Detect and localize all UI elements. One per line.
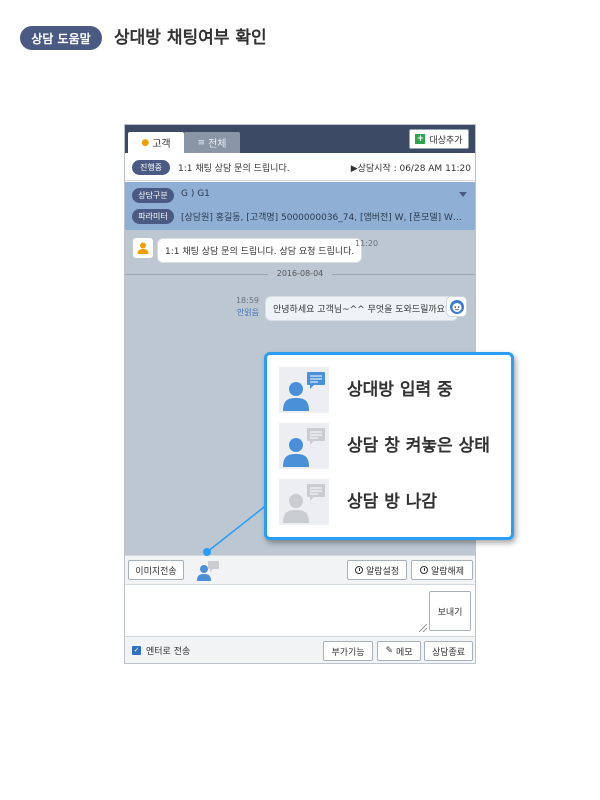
agent-message: 안녕하세요 고객님~^^ 무엇을 도와드릴까요?: [265, 296, 458, 321]
user-open-icon: [279, 423, 329, 469]
plus-icon: +: [415, 134, 426, 144]
status-legend-popup: 상대방 입력 중 상담 창 켜놓은 상태 상담 방 나감: [264, 352, 514, 540]
alarm-set-label: 알람설정: [365, 566, 400, 577]
send-button[interactable]: 보내기: [429, 591, 471, 631]
legend-label: 상대방 입력 중: [347, 380, 453, 400]
category-badge: 상담구분: [132, 188, 174, 203]
end-consult-button[interactable]: 상담종료: [424, 641, 473, 661]
legend-label: 상담 방 나감: [347, 492, 438, 512]
list-icon: ≡: [197, 137, 206, 148]
help-badge: 상담 도움말: [20, 26, 102, 50]
customer-avatar-icon: [133, 238, 153, 258]
enter-send-label: 엔터로 전송: [146, 647, 191, 657]
customer-message: 1:1 채팅 상담 문의 드립니다. 상담 요청 드립니다.: [157, 238, 363, 263]
alarm-off-button[interactable]: 알람해제: [411, 560, 473, 580]
status-badge: 진행중: [132, 160, 170, 175]
alarm-set-button[interactable]: 알람설정: [347, 560, 407, 580]
enter-send-checkbox[interactable]: ✓: [132, 646, 141, 655]
clock-icon: [419, 566, 428, 574]
read-status: 안읽음: [236, 308, 259, 317]
tab-all-label: 전체: [208, 139, 227, 150]
message-time: 11:20: [355, 239, 379, 248]
category-value: G ) G1: [181, 189, 210, 199]
tab-customer[interactable]: ● 고객: [128, 132, 184, 153]
memo-label: 메모: [395, 647, 413, 658]
parameter-badge: 파라미터: [132, 209, 174, 224]
window-topbar: ● 고객 ≡ 전체 + 대상추가: [125, 125, 475, 153]
resize-grip-icon[interactable]: [419, 624, 427, 632]
parameter-value: [상담원] 홍길동, [고객명] 5000000036_74, [앱버전] W,…: [181, 213, 462, 223]
add-target-button[interactable]: + 대상추가: [409, 129, 469, 149]
start-time: ▶상담시작 : 06/28 AM 11:20: [350, 164, 471, 174]
person-icon: ●: [141, 137, 150, 148]
status-text: 1:1 채팅 상담 문의 드립니다.: [178, 164, 290, 174]
add-target-label: 대상추가: [429, 135, 463, 146]
pencil-icon: ✎: [385, 646, 393, 656]
bottom-bar: ✓ 엔터로 전송 부가기능 ✎ 메모 상담종료: [125, 636, 475, 663]
legend-item-left: 상담 방 나감: [279, 479, 509, 525]
legend-label: 상담 창 켜놓은 상태: [347, 436, 490, 456]
chevron-down-icon[interactable]: [459, 192, 467, 197]
extra-features-button[interactable]: 부가기능: [323, 641, 373, 661]
legend-item-open: 상담 창 켜놓은 상태: [279, 423, 509, 469]
tab-customer-label: 고객: [152, 139, 171, 150]
tab-all[interactable]: ≡ 전체: [184, 132, 240, 153]
typing-status-icon: [195, 560, 221, 582]
chat-toolbar: 이미지전송 알람설정 알람해제: [125, 555, 475, 584]
alarm-off-label: 알람해제: [430, 566, 465, 577]
info-panel: 상담구분 G ) G1 파라미터 [상담원] 홍길동, [고객명] 500000…: [125, 182, 475, 230]
status-row: 진행중 1:1 채팅 상담 문의 드립니다. ▶상담시작 : 06/28 AM …: [125, 153, 475, 181]
memo-button[interactable]: ✎ 메모: [377, 641, 421, 661]
clock-icon: [354, 566, 363, 574]
agent-avatar-icon: [446, 296, 467, 317]
legend-item-typing: 상대방 입력 중: [279, 367, 509, 413]
user-typing-icon: [279, 367, 329, 413]
message-time: 18:59: [235, 296, 259, 305]
date-label: 2016-08-04: [268, 268, 332, 280]
user-left-icon: [279, 479, 329, 525]
message-input[interactable]: 보내기: [125, 584, 475, 636]
image-send-button[interactable]: 이미지전송: [128, 560, 184, 580]
page-title: 상대방 채팅여부 확인: [114, 28, 267, 48]
